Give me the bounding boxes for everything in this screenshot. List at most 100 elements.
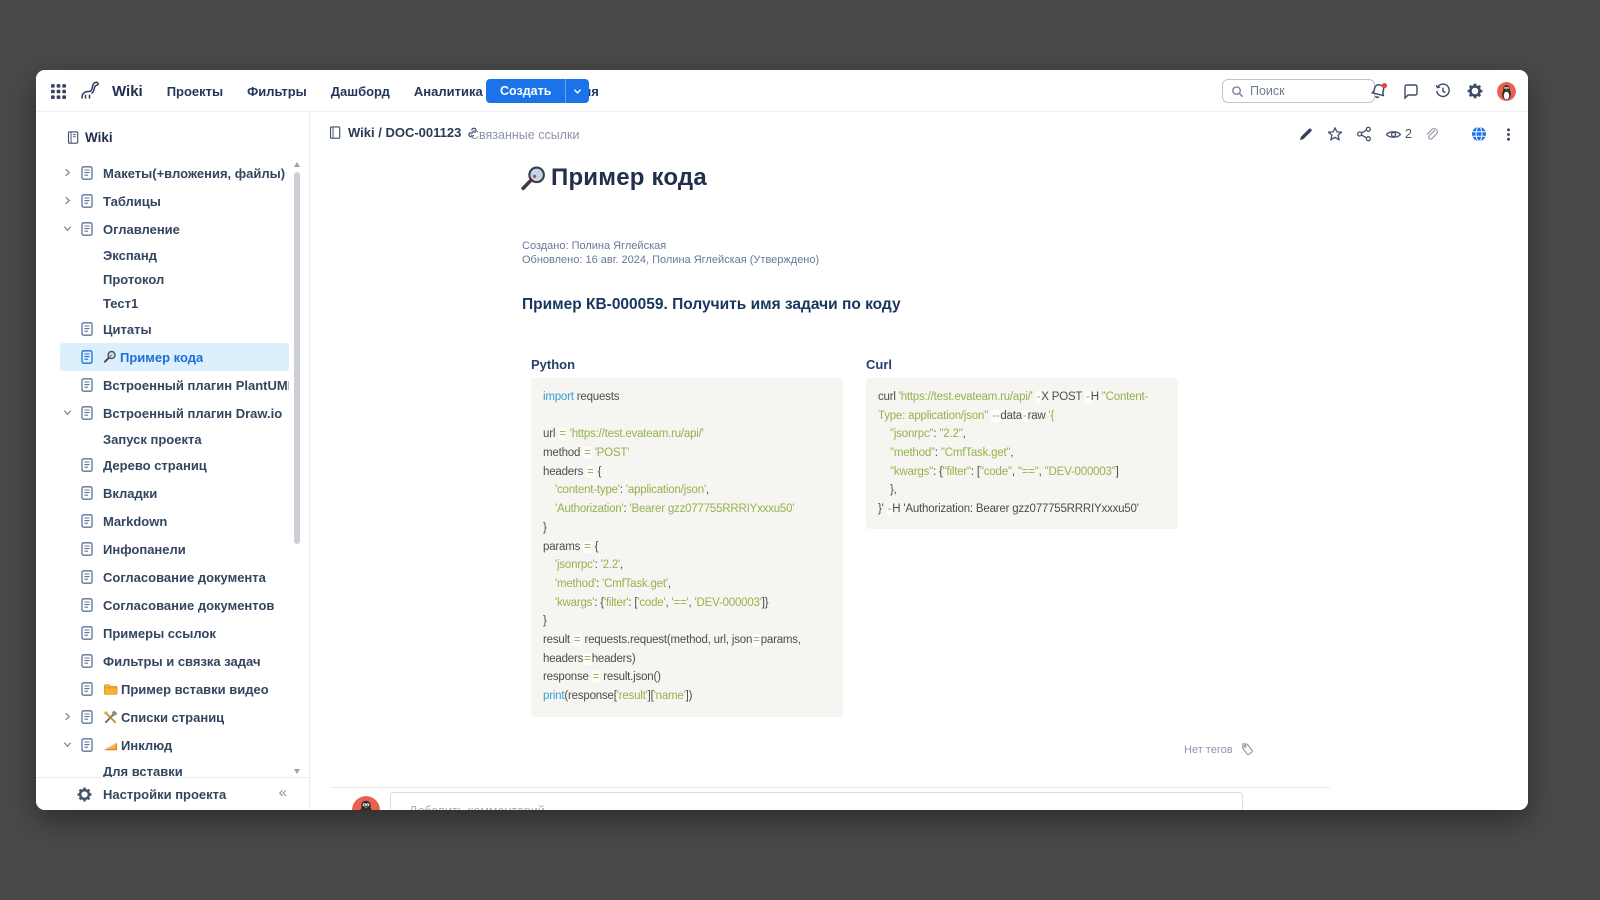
code-line: } bbox=[543, 612, 831, 631]
python-code-block[interactable]: import requests url = 'https://test.evat… bbox=[531, 378, 843, 717]
sidebar-item[interactable]: Пример кода bbox=[60, 343, 289, 371]
more-kebab-icon[interactable] bbox=[1498, 124, 1518, 144]
sidebar-item[interactable]: Экспанд bbox=[60, 243, 289, 267]
notifications-bell-icon[interactable] bbox=[1369, 82, 1388, 101]
code-line: method = 'POST' bbox=[543, 444, 831, 463]
project-settings-label[interactable]: Настройки проекта bbox=[103, 787, 226, 802]
sidebar-item[interactable]: Протокол bbox=[60, 267, 289, 291]
comment-input[interactable] bbox=[409, 793, 1224, 810]
sidebar-item[interactable]: Markdown bbox=[60, 507, 289, 535]
edit-pencil-icon[interactable] bbox=[1296, 124, 1316, 144]
nav-item[interactable]: Аналитика bbox=[414, 84, 483, 99]
document-icon bbox=[79, 513, 95, 529]
sidebar-item-label: Согласование документов bbox=[103, 598, 274, 613]
sidebar-item[interactable]: Инфопанели bbox=[60, 535, 289, 563]
curl-code-block[interactable]: curl 'https://test.evateam.ru/api/' -X P… bbox=[866, 378, 1178, 529]
search-box[interactable] bbox=[1222, 79, 1375, 103]
tags-row[interactable]: Нет тегов bbox=[1184, 742, 1255, 757]
sidebar-item-label: Примеры ссылок bbox=[103, 626, 216, 641]
document-icon bbox=[79, 737, 95, 753]
chevron-down-icon[interactable] bbox=[62, 739, 74, 751]
sidebar-item-label: Для вставки bbox=[103, 764, 183, 778]
sidebar-item[interactable]: Цитаты bbox=[60, 315, 289, 343]
sidebar-item-label: Пример кода bbox=[120, 350, 203, 365]
code-line: print(response['result']['name']) bbox=[543, 687, 831, 706]
code-line: 'Authorization': 'Bearer gzz077755RRRIYx… bbox=[543, 500, 831, 519]
chevron-right-icon[interactable] bbox=[62, 167, 74, 179]
sidebar-item[interactable]: Списки страниц bbox=[60, 703, 289, 731]
sidebar-item[interactable]: Дерево страниц bbox=[60, 451, 289, 479]
collapse-sidebar-button[interactable]: « bbox=[279, 784, 287, 801]
sidebar-item[interactable]: Тест1 bbox=[60, 291, 289, 315]
chevron-right-icon[interactable] bbox=[62, 195, 74, 207]
code-line bbox=[543, 407, 831, 426]
sidebar: Wiki Макеты(+вложения, файлы) Таблицы Огла… bbox=[36, 112, 310, 810]
sidebar-item[interactable]: Встроенный плагин Draw.io bbox=[60, 399, 289, 427]
document-icon bbox=[79, 681, 95, 697]
curl-label: Curl bbox=[866, 357, 892, 372]
magnifier-icon bbox=[103, 350, 117, 364]
sidebar-item[interactable]: Оглавление bbox=[60, 215, 289, 243]
document-icon bbox=[79, 485, 95, 501]
favorite-star-icon[interactable] bbox=[1325, 124, 1345, 144]
apps-grid-icon[interactable] bbox=[49, 82, 68, 101]
scrollbar-thumb[interactable] bbox=[294, 172, 300, 544]
sidebar-header: Wiki bbox=[66, 130, 113, 145]
sidebar-item[interactable]: Встроенный плагин PlantUML bbox=[60, 371, 289, 399]
sidebar-item-label: Фильтры и связка задач bbox=[103, 654, 261, 669]
sidebar-item-label: Оглавление bbox=[103, 222, 180, 237]
sidebar-item[interactable]: Согласование документа bbox=[60, 563, 289, 591]
code-line: } bbox=[543, 519, 831, 538]
history-icon[interactable] bbox=[1433, 82, 1452, 101]
public-globe-icon[interactable] bbox=[1469, 124, 1489, 144]
sidebar-item-label: Markdown bbox=[103, 514, 167, 529]
sidebar-item-label: Пример вставки видео bbox=[121, 682, 269, 697]
related-links-tab[interactable]: Связанные ссылки bbox=[470, 128, 579, 142]
nav-item[interactable]: Дашборд bbox=[331, 84, 390, 99]
sidebar-item[interactable]: Примеры ссылок bbox=[60, 619, 289, 647]
chevron-down-icon[interactable] bbox=[62, 407, 74, 419]
sidebar-item-label: Списки страниц bbox=[121, 710, 224, 725]
scroll-up-arrow[interactable] bbox=[294, 162, 300, 167]
sidebar-item[interactable]: Запуск проекта bbox=[60, 427, 289, 451]
page-title: Пример кода bbox=[551, 164, 707, 192]
sidebar-item-label: Макеты(+вложения, файлы) bbox=[103, 166, 285, 181]
sidebar-item[interactable]: Согласование документов bbox=[60, 591, 289, 619]
user-avatar[interactable] bbox=[1497, 82, 1516, 101]
python-label: Python bbox=[531, 357, 575, 372]
share-icon[interactable] bbox=[1354, 124, 1374, 144]
search-icon bbox=[1231, 85, 1244, 98]
sidebar-item-label: Таблицы bbox=[103, 194, 161, 209]
chevron-down-icon[interactable] bbox=[62, 223, 74, 235]
nav-item[interactable]: Фильтры bbox=[247, 84, 307, 99]
notes-icon[interactable] bbox=[1401, 82, 1420, 101]
comments-divider bbox=[330, 787, 1330, 788]
sidebar-item[interactable]: Фильтры и связка задач bbox=[60, 647, 289, 675]
create-dropdown-caret[interactable] bbox=[565, 79, 589, 103]
settings-gear-icon[interactable] bbox=[1465, 82, 1484, 101]
attachments-paperclip-icon[interactable] bbox=[1421, 124, 1441, 144]
sidebar-item[interactable]: Таблицы bbox=[60, 187, 289, 215]
sidebar-item[interactable]: Для вставки bbox=[60, 759, 289, 777]
views-counter[interactable]: 2 bbox=[1383, 124, 1412, 144]
code-line: 'content-type': 'application/json', bbox=[543, 481, 831, 500]
project-settings-gear-icon[interactable] bbox=[76, 786, 93, 803]
sidebar-item[interactable]: Вкладки bbox=[60, 479, 289, 507]
sidebar-item[interactable]: Пример вставки видео bbox=[60, 675, 289, 703]
code-line: }, bbox=[878, 481, 1166, 500]
breadcrumb[interactable]: Wiki / DOC-001123 bbox=[328, 125, 479, 140]
code-line: headers=headers) bbox=[543, 650, 831, 669]
create-button[interactable]: Создать bbox=[486, 79, 565, 103]
sidebar-item-label: Согласование документа bbox=[103, 570, 266, 585]
sidebar-item-label: Цитаты bbox=[103, 322, 152, 337]
sidebar-item-label: Вкладки bbox=[103, 486, 157, 501]
sidebar-scrollbar[interactable] bbox=[293, 162, 301, 774]
comment-user-avatar bbox=[352, 796, 380, 810]
sidebar-item[interactable]: Инклюд bbox=[60, 731, 289, 759]
scroll-down-arrow[interactable] bbox=[294, 769, 300, 774]
chevron-right-icon[interactable] bbox=[62, 711, 74, 723]
search-input[interactable] bbox=[1250, 84, 1366, 98]
sidebar-item[interactable]: Макеты(+вложения, файлы) bbox=[60, 159, 289, 187]
tools-icon bbox=[103, 710, 118, 725]
nav-item[interactable]: Проекты bbox=[167, 84, 223, 99]
